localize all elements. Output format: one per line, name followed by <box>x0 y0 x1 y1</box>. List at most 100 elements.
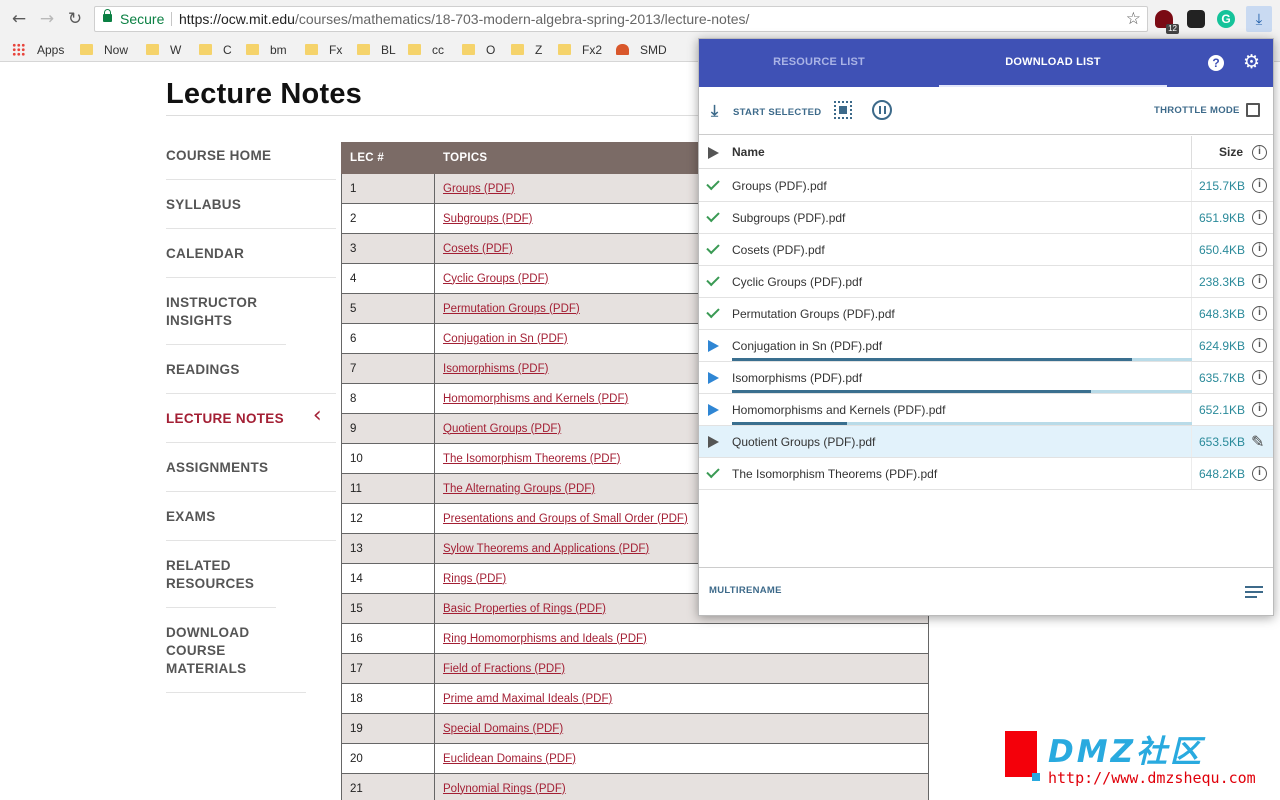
lecture-pdf-link[interactable]: Permutation Groups (PDF) <box>443 303 580 315</box>
forward-icon[interactable]: → <box>37 9 57 29</box>
bookmark-folder[interactable]: C <box>199 42 232 58</box>
ghostery-extension-icon[interactable] <box>1187 10 1205 28</box>
lecture-pdf-link[interactable]: Field of Fractions (PDF) <box>443 663 565 675</box>
lecture-pdf-link[interactable]: Subgroups (PDF) <box>443 213 532 225</box>
check-icon[interactable] <box>706 464 720 479</box>
lecture-pdf-link[interactable]: Homomorphisms and Kernels (PDF) <box>443 393 628 405</box>
lecture-pdf-link[interactable]: Prime amd Maximal Ideals (PDF) <box>443 693 612 705</box>
sidebar-item-download-course-materials[interactable]: DOWNLOAD COURSE MATERIALS <box>166 608 306 693</box>
lecture-pdf-link[interactable]: Euclidean Domains (PDF) <box>443 753 576 765</box>
sidebar-item-assignments[interactable]: ASSIGNMENTS <box>166 443 336 492</box>
bookmark-folder[interactable]: BL <box>357 42 396 58</box>
lecture-pdf-link[interactable]: Polynomial Rings (PDF) <box>443 783 566 795</box>
sort-lines-icon[interactable] <box>1245 586 1263 598</box>
sidebar-item-syllabus[interactable]: SYLLABUS <box>166 180 336 229</box>
ublock-extension-icon[interactable]: 12 <box>1155 10 1179 34</box>
pause-icon[interactable] <box>872 100 892 120</box>
bookmark-folder[interactable]: Z <box>511 42 542 58</box>
download-row[interactable]: Subgroups (PDF).pdf 651.9KB i <box>699 202 1273 234</box>
lecture-pdf-link[interactable]: Special Domains (PDF) <box>443 723 563 735</box>
sidebar-item-instructor-insights[interactable]: INSTRUCTOR INSIGHTS <box>166 278 286 345</box>
tab-resource-list[interactable]: RESOURCE LIST <box>699 39 939 87</box>
column-header-name[interactable]: Name <box>732 145 765 159</box>
check-icon[interactable] <box>706 272 720 287</box>
download-row[interactable]: Cyclic Groups (PDF).pdf 238.3KB i <box>699 266 1273 298</box>
download-row[interactable]: Permutation Groups (PDF).pdf 648.3KB i <box>699 298 1273 330</box>
play-icon[interactable] <box>708 372 719 384</box>
check-icon[interactable] <box>706 208 720 223</box>
help-icon[interactable]: ? <box>1208 55 1224 71</box>
info-icon[interactable]: i <box>1252 306 1267 321</box>
bookmark-smd[interactable]: SMD <box>616 42 667 58</box>
bookmark-folder[interactable]: cc <box>408 42 444 58</box>
check-icon[interactable] <box>706 304 720 319</box>
edit-pencil-icon[interactable]: ✎ <box>1251 432 1264 451</box>
info-icon[interactable]: i <box>1252 466 1267 481</box>
download-row[interactable]: Isomorphisms (PDF).pdf 635.7KB i <box>699 362 1273 394</box>
download-row[interactable]: Cosets (PDF).pdf 650.4KB i <box>699 234 1273 266</box>
play-icon[interactable] <box>708 404 719 416</box>
info-icon[interactable]: i <box>1252 145 1267 160</box>
lecture-pdf-link[interactable]: Presentations and Groups of Small Order … <box>443 513 688 525</box>
tab-download-list[interactable]: DOWNLOAD LIST <box>939 39 1167 87</box>
bookmark-folder[interactable]: Fx2 <box>558 42 602 58</box>
throttle-mode-checkbox[interactable] <box>1246 103 1260 117</box>
download-row[interactable]: Homomorphisms and Kernels (PDF).pdf 652.1… <box>699 394 1273 426</box>
sidebar-item-calendar[interactable]: CALENDAR <box>166 229 336 278</box>
info-icon[interactable]: i <box>1252 178 1267 193</box>
url-text[interactable]: https://ocw.mit.edu/courses/mathematics/… <box>179 7 749 31</box>
download-row[interactable]: The Isomorphism Theorems (PDF).pdf 648.2K… <box>699 458 1273 490</box>
play-icon[interactable] <box>708 436 719 448</box>
gear-icon[interactable]: ⚙ <box>1243 51 1260 73</box>
sidebar-item-readings[interactable]: READINGS <box>166 345 336 394</box>
lecture-pdf-link[interactable]: Sylow Theorems and Applications (PDF) <box>443 543 649 555</box>
lecture-pdf-link[interactable]: The Isomorphism Theorems (PDF) <box>443 453 620 465</box>
downloader-extension-icon[interactable]: ⤓ <box>1246 6 1272 32</box>
info-icon[interactable]: i <box>1252 274 1267 289</box>
lecture-topic-cell: Prime amd Maximal Ideals (PDF) <box>434 683 929 714</box>
info-icon[interactable]: i <box>1252 338 1267 353</box>
multirename-button[interactable]: MULTIRENAME <box>709 585 782 596</box>
download-row[interactable]: Groups (PDF).pdf 215.7KB i <box>699 170 1273 202</box>
lecture-pdf-link[interactable]: Ring Homomorphisms and Ideals (PDF) <box>443 633 647 645</box>
check-icon[interactable] <box>706 176 720 191</box>
sidebar-item-exams[interactable]: EXAMS <box>166 492 336 541</box>
info-icon[interactable]: i <box>1252 210 1267 225</box>
download-row[interactable]: Quotient Groups (PDF).pdf 653.5KB ✎ <box>699 426 1273 458</box>
address-bar[interactable]: Secure https://ocw.mit.edu/courses/mathe… <box>94 6 1148 32</box>
lecture-pdf-link[interactable]: Basic Properties of Rings (PDF) <box>443 603 606 615</box>
grammarly-extension-icon[interactable]: G <box>1217 10 1235 28</box>
bookmark-apps[interactable]: Apps <box>12 42 64 58</box>
bookmark-folder[interactable]: bm <box>246 42 287 58</box>
play-all-icon[interactable] <box>708 147 719 159</box>
bookmark-folder[interactable]: Fx <box>305 42 342 58</box>
lecture-pdf-link[interactable]: Conjugation in Sn (PDF) <box>443 333 568 345</box>
play-icon[interactable] <box>708 340 719 352</box>
lecture-pdf-link[interactable]: Quotient Groups (PDF) <box>443 423 561 435</box>
sidebar-item-related-resources[interactable]: RELATED RESOURCES <box>166 541 276 608</box>
lecture-pdf-link[interactable]: Groups (PDF) <box>443 183 515 195</box>
bookmark-folder[interactable]: O <box>462 42 495 58</box>
download-row[interactable]: Conjugation in Sn (PDF).pdf 624.9KB i <box>699 330 1273 362</box>
bookmark-folder[interactable]: W <box>146 42 181 58</box>
lecture-pdf-link[interactable]: Cosets (PDF) <box>443 243 513 255</box>
bookmark-star-icon[interactable]: ☆ <box>1126 7 1141 31</box>
bookmark-folder[interactable]: Now <box>80 42 128 58</box>
start-selected-button[interactable]: ⤓ START SELECTED <box>711 101 821 121</box>
info-icon[interactable]: i <box>1252 402 1267 417</box>
watermark-logo-dot <box>1032 773 1040 781</box>
lecture-pdf-link[interactable]: Rings (PDF) <box>443 573 506 585</box>
info-icon[interactable]: i <box>1252 242 1267 257</box>
reload-icon[interactable]: ↻ <box>65 9 85 29</box>
select-all-icon[interactable] <box>834 101 852 119</box>
info-icon[interactable]: i <box>1252 370 1267 385</box>
lecture-pdf-link[interactable]: Isomorphisms (PDF) <box>443 363 548 375</box>
table-row: 18 Prime amd Maximal Ideals (PDF) <box>341 683 929 714</box>
column-header-size[interactable]: Size <box>1219 145 1243 159</box>
sidebar-item-lecture-notes[interactable]: LECTURE NOTES ‹ <box>166 394 336 443</box>
lecture-pdf-link[interactable]: Cyclic Groups (PDF) <box>443 273 548 285</box>
back-icon[interactable]: ← <box>9 9 29 29</box>
sidebar-item-course-home[interactable]: COURSE HOME <box>166 131 336 180</box>
lecture-pdf-link[interactable]: The Alternating Groups (PDF) <box>443 483 595 495</box>
check-icon[interactable] <box>706 240 720 255</box>
